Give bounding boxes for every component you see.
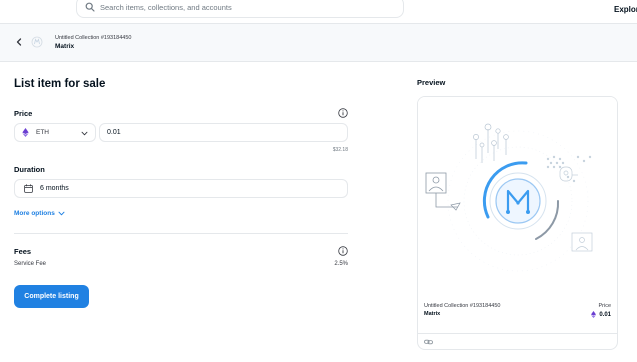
breadcrumb-item-name: Matrix [55, 43, 75, 50]
more-options-toggle[interactable]: More options [14, 210, 65, 217]
complete-listing-button[interactable]: Complete listing [14, 285, 89, 308]
item-thumbnail [31, 36, 43, 48]
preview-card-footer [418, 333, 617, 349]
price-amount-input[interactable]: 0.01 [99, 123, 348, 142]
nav-explore-link[interactable]: Explor [614, 5, 637, 14]
item-header: Untitled Collection #193184450 Matrix [0, 24, 637, 62]
service-fee-label: Service Fee [14, 261, 47, 267]
link-icon[interactable] [424, 338, 433, 346]
chevron-down-icon [81, 131, 88, 136]
section-divider [14, 233, 348, 234]
price-usd-value: $32.18 [332, 147, 348, 153]
service-fee-value: 2.5% [334, 261, 348, 267]
preview-title: Preview [417, 78, 446, 87]
search-bar[interactable] [76, 0, 404, 18]
preview-collection-name: Untitled Collection #193184450 [424, 303, 501, 309]
preview-item-name: Matrix [424, 311, 441, 317]
calendar-icon [24, 184, 33, 193]
page-title: List item for sale [14, 78, 106, 90]
price-info-icon[interactable] [338, 108, 348, 118]
chevron-down-icon [58, 211, 65, 216]
search-icon [85, 2, 95, 12]
item-artwork-image [418, 97, 617, 293]
duration-label: Duration [14, 165, 45, 174]
chevron-left-icon[interactable] [14, 37, 24, 47]
more-options-label: More options [14, 210, 55, 217]
fees-info-icon[interactable] [338, 246, 348, 256]
preview-price: 0.01 [591, 311, 611, 318]
duration-select[interactable]: 6 months [14, 179, 348, 198]
ethereum-icon [591, 311, 597, 318]
ethereum-icon [22, 128, 29, 137]
preview-price-label: Price [598, 303, 611, 309]
currency-value: ETH [36, 129, 49, 136]
currency-select[interactable]: ETH [14, 123, 96, 142]
duration-value: 6 months [40, 185, 69, 192]
preview-card[interactable]: Untitled Collection #193184450 Matrix Pr… [417, 96, 618, 350]
preview-price-value: 0.01 [599, 311, 611, 318]
fees-label: Fees [14, 247, 32, 256]
breadcrumb-collection[interactable]: Untitled Collection #193184450 [55, 35, 131, 41]
search-input[interactable] [100, 2, 390, 12]
top-navbar: Explor [0, 0, 637, 24]
price-label: Price [14, 109, 33, 118]
